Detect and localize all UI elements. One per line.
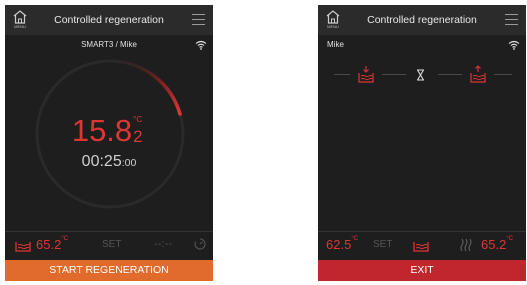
timer-icon[interactable]: [194, 238, 206, 250]
set-temperature: 62.5°C: [326, 236, 359, 252]
set-label: SET: [102, 239, 122, 250]
page-title: Controlled regeneration: [54, 14, 164, 26]
menu-button[interactable]: [505, 14, 518, 26]
status-row: 62.5°C SET 65.2°C: [318, 233, 526, 257]
hourglass-icon: [417, 69, 424, 81]
timer-placeholder: --:--: [154, 239, 173, 250]
page-title: Controlled regeneration: [367, 14, 477, 26]
temperature-unit: °C: [133, 115, 143, 124]
exit-button[interactable]: EXIT: [318, 260, 526, 281]
top-bar: MENU Controlled regeneration: [318, 5, 526, 35]
stage-line: [438, 74, 462, 75]
top-bar: MENU Controlled regeneration: [5, 5, 213, 35]
stage-line: [494, 74, 512, 75]
progress-arc: [108, 59, 182, 116]
current-temperature: 65.2°C: [481, 236, 514, 252]
home-button[interactable]: MENU: [324, 10, 342, 30]
regeneration-screen-running: MENU Controlled regeneration Mike 62.5°C…: [318, 5, 526, 281]
home-label: MENU: [327, 24, 339, 29]
bath-icon: [15, 242, 31, 252]
hamburger-icon: [505, 14, 518, 16]
hamburger-icon: [192, 14, 205, 16]
process-stages: [318, 57, 526, 93]
current-temperature: 65.2°C: [36, 236, 69, 252]
bath-icon: [413, 242, 429, 252]
divider: [318, 231, 526, 232]
temperature-decimal: 2: [133, 127, 143, 146]
wifi-icon: [508, 40, 520, 50]
home-icon: [326, 10, 340, 24]
divider: [5, 231, 213, 232]
set-label: SET: [373, 239, 393, 250]
home-label: MENU: [14, 24, 26, 29]
wifi-icon: [195, 40, 207, 50]
timer-value: 00:25: [81, 153, 122, 170]
heating-bath-icon: [470, 65, 486, 83]
timer-seconds: :00: [121, 157, 137, 169]
home-button[interactable]: MENU: [11, 10, 29, 30]
device-user-label: SMART3 / Mike: [81, 40, 137, 49]
status-row: 65.2°C SET --:--: [5, 233, 213, 257]
start-regeneration-button[interactable]: START REGENERATION: [5, 260, 213, 281]
elapsed-timer: 00:25:00: [5, 153, 213, 171]
user-label: Mike: [327, 40, 344, 49]
menu-button[interactable]: [192, 14, 205, 26]
core-temperature: 15.8 °C 2: [5, 113, 213, 153]
heat-waves-icon: [460, 238, 472, 252]
stage-line: [382, 74, 406, 75]
stage-line: [334, 74, 350, 75]
home-icon: [13, 10, 27, 24]
temperature-value: 15.8: [71, 113, 133, 148]
regeneration-screen-start: MENU Controlled regeneration SMART3 / Mi…: [5, 5, 213, 281]
cooling-bath-icon: [358, 66, 374, 83]
